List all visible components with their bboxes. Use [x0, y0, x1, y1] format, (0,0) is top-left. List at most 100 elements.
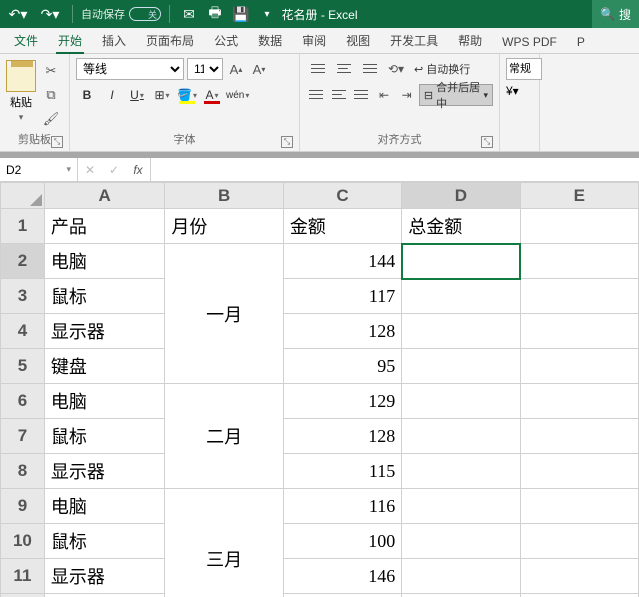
tab-page-layout[interactable]: 页面布局 [136, 28, 204, 53]
cell-C12[interactable]: 97 [283, 594, 401, 597]
cell-C1[interactable]: 金额 [283, 209, 401, 244]
row-header-11[interactable]: 11 [1, 559, 45, 594]
row-header-9[interactable]: 9 [1, 489, 45, 524]
cancel-icon[interactable]: ✕ [78, 163, 102, 177]
cell-D11[interactable] [402, 559, 520, 594]
cell-A8[interactable]: 显示器 [44, 454, 165, 489]
redo-button[interactable]: ↷▾ [36, 3, 64, 25]
align-top-button[interactable] [306, 58, 330, 80]
search-box[interactable]: 🔍 搜 [592, 0, 639, 28]
cell-C4[interactable]: 128 [283, 314, 401, 349]
cell-D5[interactable] [402, 349, 520, 384]
cell-E5[interactable] [520, 349, 638, 384]
cut-button[interactable]: ✂ [40, 62, 62, 80]
cell-D8[interactable] [402, 454, 520, 489]
indent-increase-button[interactable]: ⇥ [396, 84, 417, 106]
grow-font-button[interactable]: A▴ [226, 58, 246, 80]
row-header-6[interactable]: 6 [1, 384, 45, 419]
font-size-combo[interactable]: 11 [187, 58, 223, 80]
qat-customize[interactable]: ▾ [256, 3, 278, 25]
cell-D6[interactable] [402, 384, 520, 419]
cell-D1[interactable]: 总金额 [402, 209, 520, 244]
cell-E12[interactable] [520, 594, 638, 597]
select-all-corner[interactable] [1, 183, 45, 209]
cell-A3[interactable]: 鼠标 [44, 279, 165, 314]
align-right-button[interactable] [351, 84, 372, 106]
tab-home[interactable]: 开始 [48, 28, 92, 53]
cell-A2[interactable]: 电脑 [44, 244, 165, 279]
email-icon[interactable]: ✉ [178, 3, 200, 25]
cell-A1[interactable]: 产品 [44, 209, 165, 244]
cell-A10[interactable]: 鼠标 [44, 524, 165, 559]
format-painter-button[interactable]: 🖌 [40, 110, 62, 128]
merge-center-button[interactable]: ⊟合并后居中▾ [419, 84, 493, 106]
col-header-E[interactable]: E [520, 183, 638, 209]
row-header-12[interactable]: 12 [1, 594, 45, 597]
col-header-B[interactable]: B [165, 183, 283, 209]
font-name-combo[interactable]: 等线 [76, 58, 184, 80]
paste-button[interactable]: 粘贴 ▾ [6, 58, 36, 131]
italic-button[interactable]: I [101, 84, 123, 106]
cell-B6-B8[interactable]: 二月 [165, 384, 283, 489]
cell-A11[interactable]: 显示器 [44, 559, 165, 594]
cell-A9[interactable]: 电脑 [44, 489, 165, 524]
col-header-C[interactable]: C [283, 183, 401, 209]
cell-E6[interactable] [520, 384, 638, 419]
row-header-10[interactable]: 10 [1, 524, 45, 559]
cell-A5[interactable]: 键盘 [44, 349, 165, 384]
tab-view[interactable]: 视图 [336, 28, 380, 53]
currency-button[interactable]: ¥▾ [506, 84, 533, 98]
row-header-2[interactable]: 2 [1, 244, 45, 279]
align-left-button[interactable] [306, 84, 327, 106]
cell-D3[interactable] [402, 279, 520, 314]
cell-C6[interactable]: 129 [283, 384, 401, 419]
cell-E10[interactable] [520, 524, 638, 559]
quickprint-icon[interactable]: 🖶 [204, 3, 226, 25]
cell-D2[interactable] [402, 244, 520, 279]
fill-color-button[interactable]: 🪣▾ [176, 84, 198, 106]
cell-C5[interactable]: 95 [283, 349, 401, 384]
tab-p[interactable]: P [567, 31, 595, 53]
col-header-D[interactable]: D [402, 183, 520, 209]
cell-B2-B5[interactable]: 一月 [165, 244, 283, 384]
cell-D10[interactable] [402, 524, 520, 559]
align-bottom-button[interactable] [358, 58, 382, 80]
spreadsheet-grid[interactable]: A B C D E 1 产品 月份 金额 总金额 2 电脑 一月 144 3 鼠… [0, 182, 639, 597]
cell-C8[interactable]: 115 [283, 454, 401, 489]
undo-button[interactable]: ↶▾ [4, 3, 32, 25]
save-icon[interactable]: 💾 [230, 3, 252, 25]
cell-B1[interactable]: 月份 [165, 209, 283, 244]
cell-C7[interactable]: 128 [283, 419, 401, 454]
row-header-8[interactable]: 8 [1, 454, 45, 489]
cell-A6[interactable]: 电脑 [44, 384, 165, 419]
clipboard-launcher[interactable]: ⤡ [51, 136, 63, 148]
font-launcher[interactable]: ⤡ [281, 136, 293, 148]
row-header-3[interactable]: 3 [1, 279, 45, 314]
name-box[interactable]: D2▾ [0, 158, 78, 181]
tab-wps-pdf[interactable]: WPS PDF [492, 31, 567, 53]
indent-decrease-button[interactable]: ⇤ [374, 84, 395, 106]
row-header-7[interactable]: 7 [1, 419, 45, 454]
cell-C10[interactable]: 100 [283, 524, 401, 559]
fx-button[interactable]: fx [126, 163, 150, 177]
cell-E3[interactable] [520, 279, 638, 314]
copy-button[interactable]: ⧉ [40, 86, 62, 104]
align-center-button[interactable] [329, 84, 350, 106]
tab-data[interactable]: 数据 [248, 28, 292, 53]
tab-insert[interactable]: 插入 [92, 28, 136, 53]
cell-E8[interactable] [520, 454, 638, 489]
cell-E4[interactable] [520, 314, 638, 349]
cell-D7[interactable] [402, 419, 520, 454]
shrink-font-button[interactable]: A▾ [249, 58, 269, 80]
cell-C2[interactable]: 144 [283, 244, 401, 279]
align-launcher[interactable]: ⤡ [481, 136, 493, 148]
cell-A12[interactable]: 键舟 [44, 594, 165, 597]
align-middle-button[interactable] [332, 58, 356, 80]
cell-D9[interactable] [402, 489, 520, 524]
cell-A7[interactable]: 鼠标 [44, 419, 165, 454]
underline-button[interactable]: U▾ [126, 84, 148, 106]
autosave-toggle[interactable]: 自动保存 关 [81, 6, 161, 22]
cell-A4[interactable]: 显示器 [44, 314, 165, 349]
cell-C9[interactable]: 116 [283, 489, 401, 524]
tab-developer[interactable]: 开发工具 [380, 28, 448, 53]
